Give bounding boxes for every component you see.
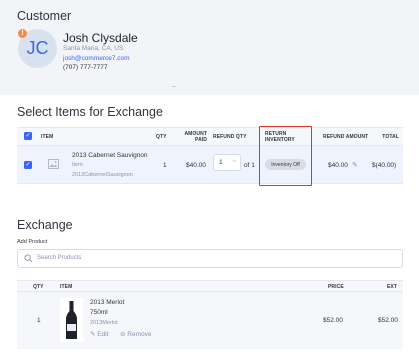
col-exchange-ext: EXT (387, 284, 398, 290)
remove-circle-icon: ⊖ (120, 331, 126, 338)
item-total: $(40.00) (372, 162, 397, 169)
customer-phone: (707) 777-7777 (63, 64, 108, 71)
item-name: 2013 Cabernet Sauvignon (72, 152, 148, 159)
edit-pencil-icon[interactable]: ✎ (352, 161, 358, 169)
divider (172, 86, 176, 87)
search-icon (24, 254, 33, 263)
col-amount-paid-2: PAID (195, 137, 207, 143)
search-products-input[interactable]: Search Products (17, 249, 403, 268)
customer-email-link[interactable]: josh@commerce7.com (63, 55, 130, 62)
refund-qty-of: of 1 (244, 162, 255, 169)
exchange-item-name: 2013 Merlot (90, 299, 125, 306)
alert-badge-icon[interactable]: ! (18, 29, 27, 38)
exchange-item-price: $52.00 (323, 317, 343, 324)
customer-location: Santa Maria, CA, US (63, 45, 124, 52)
exchange-item-sku: 2013Merlot (90, 320, 118, 326)
add-product-label: Add Product (17, 239, 48, 245)
col-item: ITEM (41, 134, 54, 140)
col-total: TOTAL (382, 134, 399, 140)
chevron-down-icon: ⌵ (232, 158, 237, 164)
refund-qty-value: 1 (219, 159, 223, 166)
col-exchange-item: ITEM (60, 284, 73, 290)
select-items-title: Select Items for Exchange (17, 105, 163, 119)
edit-pencil-icon: ✎ (90, 331, 96, 338)
edit-label: Edit (97, 331, 109, 338)
avatar-initials: JC (26, 38, 49, 58)
item-sku: 2013CabernetSauvignon (72, 172, 133, 178)
exchange-title: Exchange (17, 218, 73, 232)
exchange-table-header (17, 280, 403, 292)
remove-label: Remove (127, 331, 152, 338)
col-exchange-qty: QTY (33, 284, 44, 290)
exchange-item-qty[interactable]: 1 (37, 317, 41, 324)
item-type: Item (72, 162, 83, 168)
refund-amount[interactable]: $40.00 (328, 162, 348, 169)
search-placeholder: Search Products (37, 255, 82, 261)
item-qty: 1 (163, 162, 167, 169)
row-checkbox[interactable]: ✓ (24, 161, 32, 169)
col-qty: QTY (156, 134, 167, 140)
image-placeholder-icon (47, 157, 60, 170)
col-refund-qty: REFUND QTY (213, 134, 247, 140)
refund-qty-select[interactable]: 1 ⌵ (213, 154, 241, 171)
remove-button[interactable]: ⊖ Remove (120, 330, 151, 338)
col-refund-amount: REFUND AMOUNT (323, 134, 369, 140)
exchange-item-ext: $52.00 (378, 317, 398, 324)
return-inventory-highlight (259, 126, 312, 186)
wine-bottle-image (60, 298, 83, 342)
select-all-checkbox[interactable]: ✓ (24, 132, 32, 140)
col-exchange-price: PRICE (328, 284, 344, 290)
customer-title: Customer (17, 9, 72, 23)
exchange-item-size: 750ml (90, 309, 108, 316)
customer-name[interactable]: Josh Clysdale (63, 31, 138, 45)
edit-button[interactable]: ✎ Edit (90, 330, 108, 338)
item-amount-paid: $40.00 (186, 162, 206, 169)
